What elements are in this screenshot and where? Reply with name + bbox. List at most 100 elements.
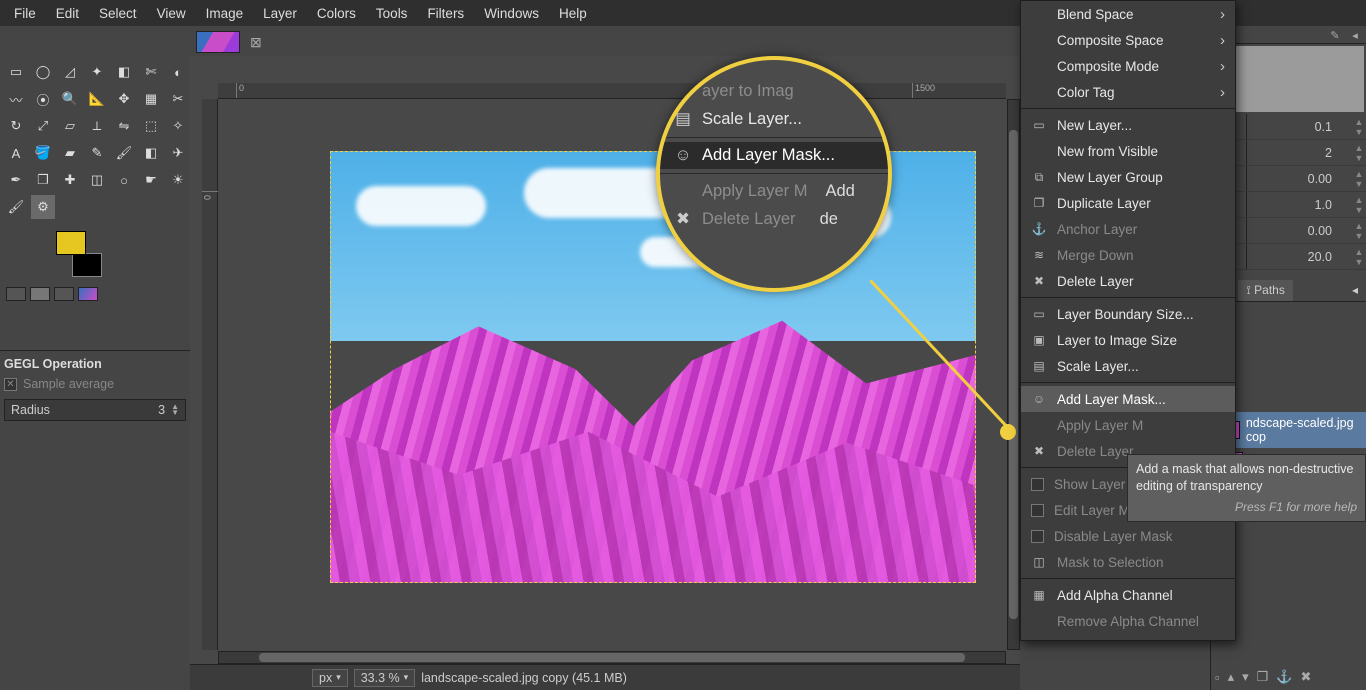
menu-item-icon: ▤	[1031, 358, 1047, 374]
tool-crop[interactable]: ✂	[166, 87, 190, 111]
ctx-composite-mode[interactable]: Composite Mode	[1021, 53, 1235, 79]
menu-layer[interactable]: Layer	[253, 2, 307, 25]
ctx-duplicate-layer[interactable]: ❐Duplicate Layer	[1021, 190, 1235, 216]
tool-by-color-select[interactable]: ◧	[112, 60, 136, 84]
tool-clone[interactable]: ❐	[31, 168, 55, 192]
tool-shear[interactable]: ▱	[58, 114, 82, 138]
tool-move[interactable]: ✥	[112, 87, 136, 111]
tool-blend[interactable]: ▰	[58, 141, 82, 165]
ctx-add-alpha[interactable]: ▦Add Alpha Channel	[1021, 582, 1235, 608]
tool-heal[interactable]: ✚	[58, 168, 82, 192]
tool-scissors-select[interactable]: ✄	[139, 60, 163, 84]
close-icon[interactable]: ⊠	[250, 34, 262, 51]
ctx-delete-layer[interactable]: ✖Delete Layer	[1021, 268, 1235, 294]
anchor-layer-icon[interactable]: ⚓	[1276, 669, 1292, 685]
tool-pencil[interactable]: ✎	[85, 141, 109, 165]
ctx-new-from-visible[interactable]: New from Visible	[1021, 138, 1235, 164]
menu-icon[interactable]: ◂	[1344, 280, 1366, 301]
layer-context-menu: Blend SpaceComposite SpaceComposite Mode…	[1020, 0, 1236, 641]
menu-icon[interactable]: ◂	[1348, 28, 1362, 42]
tool-unified-transform[interactable]: ✧	[166, 114, 190, 138]
tool-options-title: GEGL Operation	[4, 355, 186, 375]
menu-item-icon	[1031, 143, 1047, 159]
ctx-remove-alpha: Remove Alpha Channel	[1021, 608, 1235, 634]
tool-align[interactable]: ▦	[139, 87, 163, 111]
tab-icon[interactable]	[6, 287, 26, 301]
zoom-dropdown[interactable]: 33.3 %▾	[354, 669, 415, 687]
lower-layer-icon[interactable]: ▾	[1242, 669, 1249, 685]
tool-perspective[interactable]: ⟂	[85, 114, 109, 138]
tool-scale[interactable]: ⤢	[31, 114, 55, 138]
tool-mypaint-brush[interactable]: 🖌	[4, 195, 28, 219]
menu-item-icon	[1031, 32, 1047, 48]
menu-help[interactable]: Help	[549, 2, 597, 25]
tool-paths[interactable]: 〰	[4, 87, 28, 111]
fg-bg-swatch[interactable]	[56, 231, 102, 277]
ctx-composite-space[interactable]: Composite Space	[1021, 27, 1235, 53]
fg-color[interactable]	[56, 231, 86, 255]
tool-paintbrush[interactable]: 🖌	[112, 141, 136, 165]
tool-perspective-clone[interactable]: ◫	[85, 168, 109, 192]
tab-icon[interactable]	[30, 287, 50, 301]
tool-gegl-op[interactable]: ⚙	[31, 195, 55, 219]
tool-airbrush[interactable]: ✈	[166, 141, 190, 165]
raise-layer-icon[interactable]: ▴	[1228, 669, 1235, 685]
ctx-blend-space[interactable]: Blend Space	[1021, 1, 1235, 27]
radius-slider[interactable]: Radius 3 ▲▼	[4, 399, 186, 421]
ctx-layer-to-image[interactable]: ▣Layer to Image Size	[1021, 327, 1235, 353]
tool-foreground-select[interactable]: ◐	[166, 60, 190, 84]
brush-tab-icon[interactable]: ✎	[1328, 28, 1342, 42]
ruler-horizontal[interactable]: 0100015002000	[218, 83, 1006, 99]
callout-dot	[1000, 424, 1016, 440]
checkbox-icon	[1031, 504, 1044, 517]
bg-color[interactable]	[72, 253, 102, 277]
image-tab[interactable]: ⊠	[196, 28, 278, 56]
tool-color-picker[interactable]: ⦿	[31, 87, 55, 111]
delete-layer-icon[interactable]: ✖	[1301, 669, 1312, 685]
tool-measure[interactable]: 📐	[85, 87, 109, 111]
tool-free-select[interactable]: ◿	[58, 60, 82, 84]
menu-tools[interactable]: Tools	[366, 2, 418, 25]
tool-zoom[interactable]: 🔍	[58, 87, 82, 111]
menu-item-icon	[1031, 58, 1047, 74]
tool-bucket-fill[interactable]: 🪣	[31, 141, 55, 165]
new-layer-icon[interactable]: ▫	[1215, 670, 1220, 685]
menu-view[interactable]: View	[147, 2, 196, 25]
ctx-new-layer-group[interactable]: ⧉New Layer Group	[1021, 164, 1235, 190]
spin-buttons[interactable]: ▲▼	[171, 404, 179, 416]
tool-blur[interactable]: ○	[112, 168, 136, 192]
ctx-new-layer[interactable]: ▭New Layer...	[1021, 112, 1235, 138]
ruler-vertical[interactable]: 0	[202, 99, 218, 650]
ctx-scale-layer[interactable]: ▤Scale Layer...	[1021, 353, 1235, 379]
menu-edit[interactable]: Edit	[46, 2, 89, 25]
duplicate-layer-icon[interactable]: ❐	[1257, 669, 1269, 685]
tool-smudge[interactable]: ☛	[139, 168, 163, 192]
sample-average-check[interactable]: ✕ Sample average	[4, 375, 186, 393]
menu-windows[interactable]: Windows	[474, 2, 549, 25]
tool-ink[interactable]: ✒	[4, 168, 28, 192]
tab-icon[interactable]	[54, 287, 74, 301]
v-scrollbar[interactable]	[1007, 99, 1020, 650]
tool-flip[interactable]: ⇋	[112, 114, 136, 138]
menu-image[interactable]: Image	[196, 2, 254, 25]
menu-item-icon: ✖	[1031, 273, 1047, 289]
tool-ellipse-select[interactable]: ◯	[31, 60, 55, 84]
menu-colors[interactable]: Colors	[307, 2, 366, 25]
tool-dodge[interactable]: ☀	[166, 168, 190, 192]
menu-filters[interactable]: Filters	[417, 2, 474, 25]
tool-text[interactable]: A	[4, 141, 28, 165]
ctx-color-tag[interactable]: Color Tag	[1021, 79, 1235, 105]
paths-tab[interactable]: ⟟ Paths	[1238, 280, 1293, 301]
menu-file[interactable]: File	[4, 2, 46, 25]
tool-fuzzy-select[interactable]: ✦	[85, 60, 109, 84]
tool-rect-select[interactable]: ▭	[4, 60, 28, 84]
tool-rotate[interactable]: ↻	[4, 114, 28, 138]
unit-dropdown[interactable]: px▾	[312, 669, 348, 687]
ctx-add-layer-mask[interactable]: ☺Add Layer Mask...	[1021, 386, 1235, 412]
ctx-layer-boundary[interactable]: ▭Layer Boundary Size...	[1021, 301, 1235, 327]
tab-icon[interactable]	[78, 287, 98, 301]
h-scrollbar[interactable]	[218, 651, 1006, 664]
menu-select[interactable]: Select	[89, 2, 147, 25]
tool-cage[interactable]: ⬚	[139, 114, 163, 138]
tool-eraser[interactable]: ◧	[139, 141, 163, 165]
